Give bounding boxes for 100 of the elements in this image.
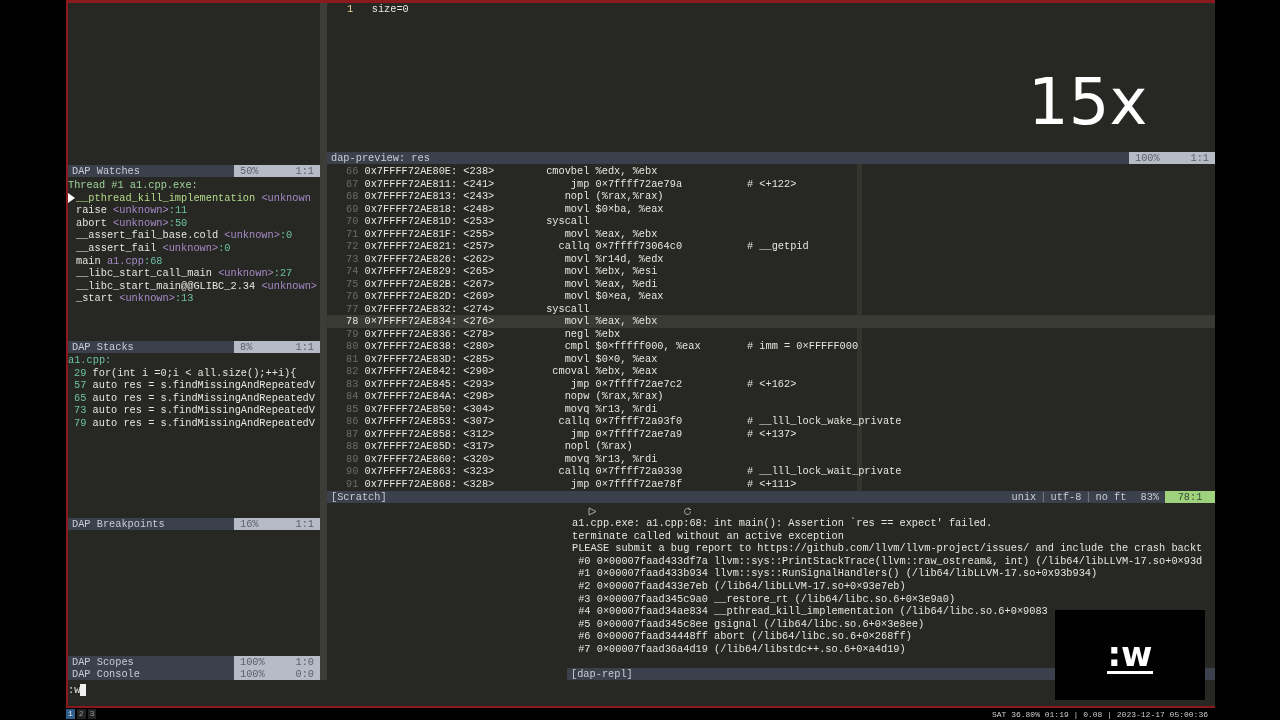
frame-name[interactable]: abort <box>76 216 107 230</box>
line-number: 87 <box>346 427 359 440</box>
instruction-mnemonic: movl <box>563 202 590 215</box>
instruction-mnemonic: movl <box>563 252 590 265</box>
frame-name[interactable]: __assert_fail <box>76 241 157 255</box>
line-number: 71 <box>346 227 359 240</box>
instruction-mnemonic: negl <box>563 327 590 340</box>
line-number: 57 <box>74 379 87 392</box>
instruction-operands: %ebx, %esi <box>595 265 659 278</box>
file-label: a1.cpp: <box>68 354 112 367</box>
instruction-mnemonic: callq <box>557 240 590 253</box>
console-output-line: a1.cpp.exe: a1.cpp:68: int main(): Assertion `res == expect' failed. <box>572 517 993 530</box>
instruction-offset: <243> <box>463 190 495 203</box>
workspace-tab[interactable]: 2 <box>76 709 86 719</box>
line-number: 67 <box>346 177 359 190</box>
instruction-address: 0x7FFFF72AE83D: <box>364 352 458 365</box>
frame-name[interactable]: __libc_start_main@@GLIBC_2.34 <box>76 279 256 293</box>
file-format: unix <box>1011 491 1037 503</box>
instruction-operands: %eax, %ebx <box>595 227 659 240</box>
instruction-offset: <253> <box>463 215 495 228</box>
cursor-position: 1:1 <box>1190 152 1209 164</box>
instruction-operands: 0×7ffff72a93f0 <box>595 415 684 428</box>
frame-name[interactable]: __libc_start_call_main <box>76 267 212 280</box>
instruction-address: 0x7FFFF72AE838: <box>364 340 458 353</box>
pane-title: DAP Scopes <box>71 656 135 668</box>
instruction-offset: <276> <box>463 315 495 328</box>
line-number: 1 <box>347 3 354 16</box>
command-line[interactable]: :w <box>68 684 81 696</box>
instruction-address: 0x7FFFF72AE80E: <box>364 165 458 178</box>
frame-name[interactable]: raise <box>76 204 107 217</box>
workspace-tab[interactable]: 1 <box>66 709 75 719</box>
instruction-offset: <255> <box>463 227 495 240</box>
frame-location: <unknown> <box>113 216 169 230</box>
workspace-tab[interactable]: 3 <box>87 709 97 719</box>
instruction-operands: %eax, %edi <box>595 277 659 290</box>
instruction-comment: # __getpid <box>746 240 810 253</box>
instruction-operands: 0×7ffff72a9330 <box>595 465 684 478</box>
code-line[interactable]: auto res = s.findMissingAndRepeatedV <box>92 391 315 405</box>
frame-line: :13 <box>174 292 194 305</box>
instruction-operands: (%rax,%rax) <box>595 190 665 203</box>
code-line[interactable]: for(int i =0;i < all.size();++i){ <box>92 366 297 380</box>
frame-location: a1.cpp <box>106 254 144 268</box>
frame-name[interactable]: _start <box>76 292 114 305</box>
line-number: 70 <box>346 215 359 228</box>
instruction-mnemonic: jmp <box>569 477 590 490</box>
instruction-mnemonic: callq <box>557 465 590 478</box>
instruction-offset: <320> <box>463 452 495 465</box>
instruction-address: 0x7FFFF72AE829: <box>364 265 458 278</box>
console-output-line: #4 0×00007faad34ae834 __pthread_kill_implementation (/lib64/libc.so.6+0×9083 <box>577 605 1048 618</box>
code-line[interactable]: auto res = s.findMissingAndRepeatedV <box>92 404 315 417</box>
console-output-line: #6 0×00007faad34448ff abort (/lib64/libc.so.6+0×268ff) <box>577 630 912 643</box>
line-number: 75 <box>346 277 359 290</box>
frame-line: :50 <box>168 216 188 230</box>
cursor-position: 1:1 <box>295 518 314 530</box>
instruction-comment: # <+111> <box>746 477 798 490</box>
instruction-address: 0x7FFFF72AE853: <box>364 415 458 428</box>
frame-location: <unknown> <box>162 241 219 255</box>
console-output-line: PLEASE submit a bug report to https://github.com/llvm/llvm-project/issues/ and include the crash backt <box>572 542 1203 555</box>
restart-icon[interactable] <box>683 506 692 516</box>
instruction-mnemonic: jmp <box>569 427 590 440</box>
system-status: SAT 36.80% 01:19 | 0.08 | 2023-12-17 05:00:36 <box>991 709 1208 719</box>
console-output-line: #2 0×00007faad433e7eb (/lib64/libLLVM-17.so+0×93e7eb) <box>577 579 906 593</box>
frame-name[interactable]: __pthread_kill_implementation <box>76 191 256 205</box>
code-line[interactable]: size=0 <box>371 3 409 16</box>
instruction-offset: <317> <box>463 440 495 453</box>
line-number: 65 <box>74 391 87 405</box>
instruction-operands: %ebx, %eax <box>595 365 659 378</box>
line-number: 89 <box>346 452 359 465</box>
instruction-offset: <257> <box>463 240 495 253</box>
instruction-offset: <267> <box>463 277 495 290</box>
instruction-offset: <262> <box>463 252 495 265</box>
frame-line: :0 <box>218 241 231 255</box>
line-number: 78 <box>346 315 359 328</box>
frame-name[interactable]: __assert_fail_base.cold <box>76 229 219 242</box>
code-line[interactable]: auto res = s.findMissingAndRepeatedV <box>92 416 315 430</box>
cursor-position: 0:0 <box>295 668 314 680</box>
file-type: no ft <box>1095 491 1127 503</box>
instruction-comment: # <+137> <box>746 427 798 440</box>
instruction-mnemonic: movl <box>563 227 590 240</box>
instruction-offset: <278> <box>463 327 495 340</box>
instruction-mnemonic: movq <box>563 452 590 465</box>
instruction-mnemonic: callq <box>557 415 590 428</box>
instruction-offset: <293> <box>463 377 495 390</box>
line-number: 79 <box>74 416 87 430</box>
play-icon[interactable] <box>588 506 597 516</box>
cursor-position: 1:0 <box>295 656 314 668</box>
code-line[interactable]: auto res = s.findMissingAndRepeatedV <box>92 379 315 392</box>
instruction-address: 0x7FFFF72AE84A: <box>364 390 458 403</box>
frame-name[interactable]: main <box>76 254 101 268</box>
frame-line: :27 <box>273 267 293 280</box>
instruction-mnemonic: movl <box>563 290 590 303</box>
line-number: 81 <box>346 352 359 365</box>
instruction-offset: <265> <box>463 265 495 278</box>
instruction-mnemonic: nopw <box>563 390 590 403</box>
instruction-comment: # <+122> <box>746 177 798 190</box>
instruction-operands: 0×7ffff72ae78f <box>595 477 684 490</box>
instruction-address: 0×7FFFF72AE834: <box>364 315 458 328</box>
instruction-mnemonic: syscall <box>545 215 590 228</box>
line-number: 84 <box>346 390 359 403</box>
instruction-offset: <307> <box>463 415 495 428</box>
